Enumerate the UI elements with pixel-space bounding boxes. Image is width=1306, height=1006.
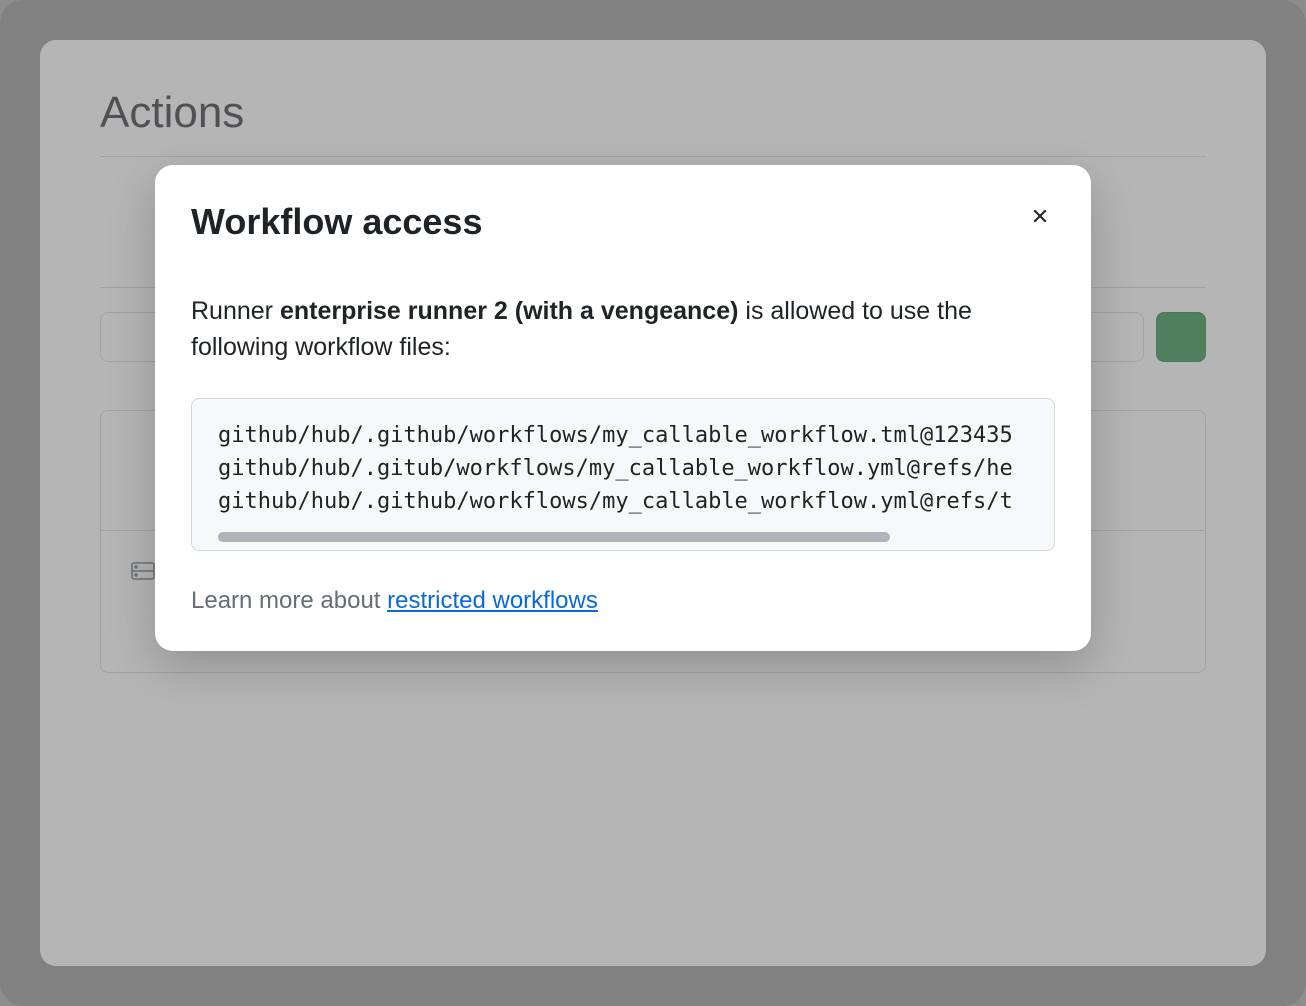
modal-desc-prefix: Runner: [191, 297, 280, 325]
close-icon: [1029, 205, 1051, 227]
close-button[interactable]: [1025, 201, 1055, 235]
workflow-file-line: github/hub/.github/workflows/my_callable…: [218, 419, 1028, 452]
workflow-file-line: github/hub/.gitub/workflows/my_callable_…: [218, 452, 1028, 485]
horizontal-scrollbar[interactable]: [218, 532, 890, 542]
restricted-workflows-link[interactable]: restricted workflows: [387, 587, 598, 614]
workflow-files-box[interactable]: github/hub/.github/workflows/my_callable…: [191, 398, 1055, 551]
modal-description: Runner enterprise runner 2 (with a venge…: [191, 293, 1055, 366]
learn-more-text: Learn more about restricted workflows: [191, 587, 1055, 615]
modal-runner-name: enterprise runner 2 (with a vengeance): [280, 297, 738, 325]
modal-title: Workflow access: [191, 201, 482, 243]
learn-more-prefix: Learn more about: [191, 587, 387, 614]
workflow-access-modal: Workflow access Runner enterprise runner…: [155, 165, 1091, 651]
workflow-file-line: github/hub/.github/workflows/my_callable…: [218, 485, 1028, 518]
